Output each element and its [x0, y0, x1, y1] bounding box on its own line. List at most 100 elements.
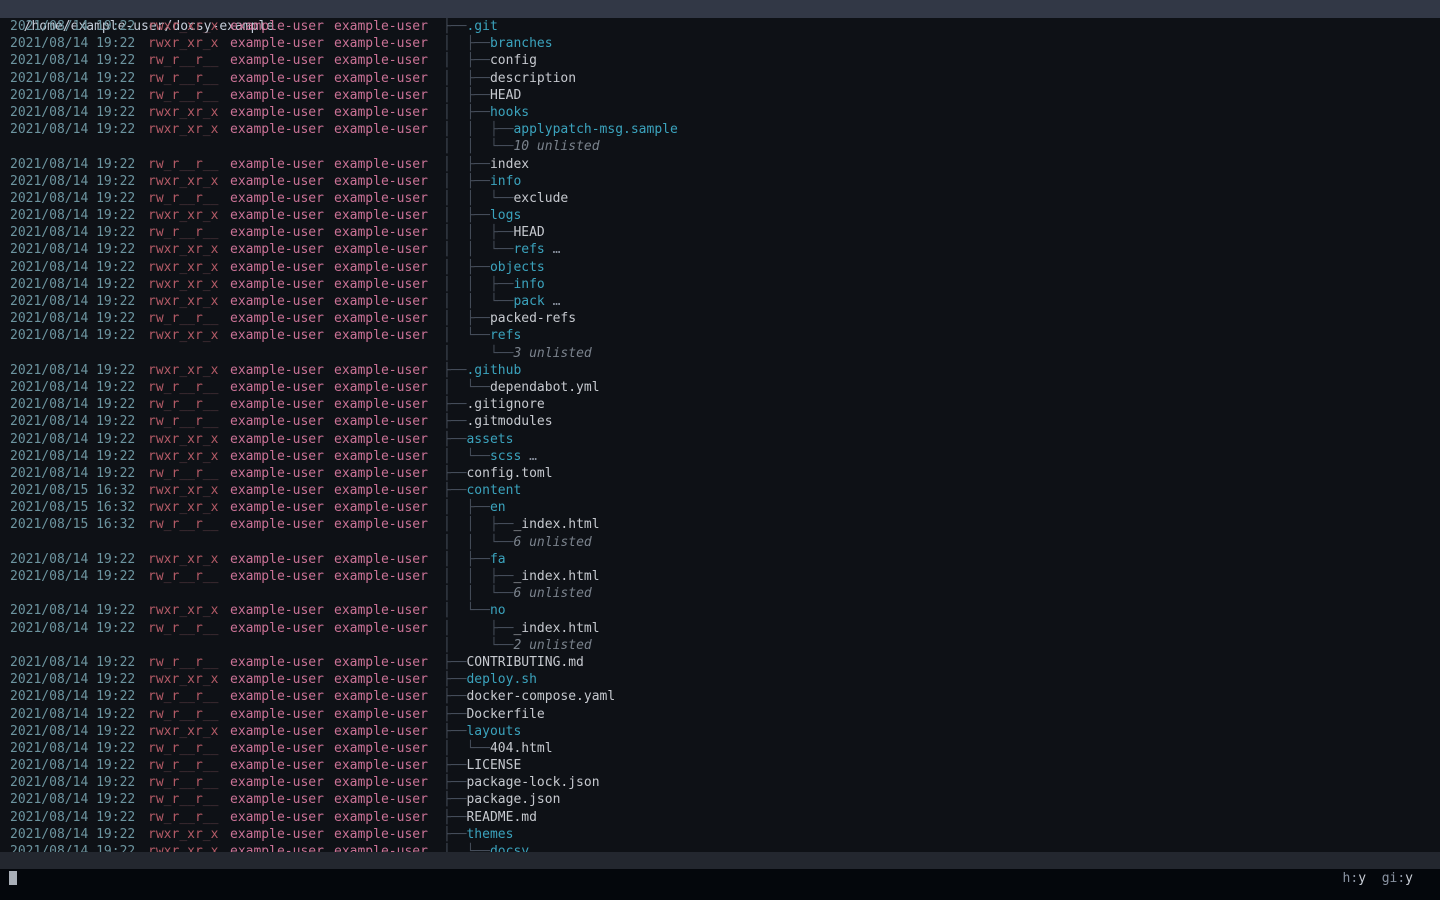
- file-row[interactable]: 2021/08/14 19:22rwxr_xr_xexample-userexa…: [0, 431, 1440, 448]
- tree-branch-icon: │ ├──: [443, 174, 490, 189]
- file-permissions: rwxr_xr_x: [148, 551, 218, 568]
- file-row[interactable]: 2021/08/14 19:22rwxr_xr_xexample-userexa…: [0, 35, 1440, 52]
- file-owner: example-user: [230, 310, 324, 327]
- file-owner: example-user: [230, 396, 324, 413]
- file-owner: example-user: [230, 379, 324, 396]
- tree-branch-icon: │ │ ├──: [443, 225, 513, 240]
- file-row[interactable]: 2021/08/14 19:22rwxr_xr_xexample-userexa…: [0, 551, 1440, 568]
- file-row[interactable]: 2021/08/14 19:22rw_r__r__example-userexa…: [0, 190, 1440, 207]
- tree-branch-icon: │ ├──: [443, 621, 513, 636]
- file-row[interactable]: 2021/08/14 19:22rw_r__r__example-userexa…: [0, 465, 1440, 482]
- tree-branch-icon: │ │ └──: [443, 535, 513, 550]
- file-owner: example-user: [230, 190, 324, 207]
- file-row[interactable]: 2021/08/14 19:22rwxr_xr_xexample-userexa…: [0, 207, 1440, 224]
- tree-entry: │ ├──branches: [443, 35, 553, 52]
- file-row[interactable]: 2021/08/14 19:22rw_r__r__example-userexa…: [0, 757, 1440, 774]
- file-row[interactable]: 2021/08/14 19:22rwxr_xr_xexample-userexa…: [0, 241, 1440, 258]
- file-date: 2021/08/14 19:22: [10, 293, 135, 310]
- tree-branch-icon: ├──: [443, 792, 466, 807]
- file-group: example-user: [334, 499, 428, 516]
- file-owner: example-user: [230, 431, 324, 448]
- file-owner: example-user: [230, 18, 324, 35]
- file-row[interactable]: 2021/08/14 19:22rw_r__r__example-userexa…: [0, 774, 1440, 791]
- tree-entry: ├──.gitmodules: [443, 413, 553, 430]
- file-row[interactable]: 2021/08/15 16:32rwxr_xr_xexample-userexa…: [0, 499, 1440, 516]
- file-row[interactable]: 2021/08/14 19:22rw_r__r__example-userexa…: [0, 87, 1440, 104]
- file-date: 2021/08/14 19:22: [10, 18, 135, 35]
- tree-branch-icon: │ ├──: [443, 500, 490, 515]
- file-owner: example-user: [230, 499, 324, 516]
- file-row[interactable]: 2021/08/14 19:22rw_r__r__example-userexa…: [0, 568, 1440, 585]
- file-name: applypatch-msg.sample: [513, 122, 677, 137]
- tree-branch-icon: │ ├──: [443, 36, 490, 51]
- file-row[interactable]: 2021/08/14 19:22rw_r__r__example-userexa…: [0, 156, 1440, 173]
- file-row[interactable]: 2021/08/14 19:22rwxr_xr_xexample-userexa…: [0, 327, 1440, 344]
- file-group: example-user: [334, 551, 428, 568]
- tree-entry: │ │ ├──applypatch-msg.sample: [443, 121, 678, 138]
- file-row[interactable]: 2021/08/14 19:22rw_r__r__example-userexa…: [0, 740, 1440, 757]
- file-name: 2 unlisted: [513, 638, 591, 653]
- file-row[interactable]: 2021/08/14 19:22rw_r__r__example-userexa…: [0, 310, 1440, 327]
- file-row[interactable]: 2021/08/14 19:22rwxr_xr_xexample-userexa…: [0, 121, 1440, 138]
- flag-h[interactable]: h:y: [1343, 871, 1366, 886]
- file-row[interactable]: 2021/08/14 19:22rw_r__r__example-userexa…: [0, 688, 1440, 705]
- tree-entry: │ ├──HEAD: [443, 87, 521, 104]
- file-name: .gitignore: [466, 397, 544, 412]
- file-row[interactable]: 2021/08/14 19:22rw_r__r__example-userexa…: [0, 379, 1440, 396]
- tree-entry: ├──Dockerfile: [443, 706, 545, 723]
- tree-branch-icon: │ ├──: [443, 157, 490, 172]
- file-row[interactable]: 2021/08/14 19:22rw_r__r__example-userexa…: [0, 809, 1440, 826]
- file-row[interactable]: 2021/08/14 19:22rwxr_xr_xexample-userexa…: [0, 173, 1440, 190]
- file-owner: example-user: [230, 87, 324, 104]
- file-name: docsy: [490, 844, 529, 852]
- file-row[interactable]: 2021/08/14 19:22rwxr_xr_xexample-userexa…: [0, 18, 1440, 35]
- flag-gi[interactable]: gi:y: [1382, 871, 1413, 886]
- file-row[interactable]: 2021/08/14 19:22rwxr_xr_xexample-userexa…: [0, 843, 1440, 852]
- tree-branch-icon: │ ├──: [443, 105, 490, 120]
- file-row[interactable]: 2021/08/14 19:22rw_r__r__example-userexa…: [0, 791, 1440, 808]
- search-input-bar[interactable]: h:y gi:y: [0, 869, 1440, 900]
- file-row[interactable]: 2021/08/14 19:22rwxr_xr_xexample-userexa…: [0, 671, 1440, 688]
- file-row[interactable]: 2021/08/14 19:22rw_r__r__example-userexa…: [0, 224, 1440, 241]
- file-permissions: rw_r__r__: [148, 156, 218, 173]
- file-row[interactable]: 2021/08/15 16:32rw_r__r__example-userexa…: [0, 516, 1440, 533]
- file-row[interactable]: 2021/08/14 19:22rw_r__r__example-userexa…: [0, 706, 1440, 723]
- file-row[interactable]: 2021/08/14 19:22rw_r__r__example-userexa…: [0, 620, 1440, 637]
- file-name: scss: [490, 449, 521, 464]
- tree-entry: │ ├──en: [443, 499, 506, 516]
- file-row[interactable]: 2021/08/14 19:22rwxr_xr_xexample-userexa…: [0, 448, 1440, 465]
- file-row[interactable]: 2021/08/14 19:22rwxr_xr_xexample-userexa…: [0, 293, 1440, 310]
- file-row[interactable]: 2021/08/14 19:22rwxr_xr_xexample-userexa…: [0, 602, 1440, 619]
- file-row[interactable]: 2021/08/14 19:22rwxr_xr_xexample-userexa…: [0, 723, 1440, 740]
- file-row[interactable]: 2021/08/14 19:22rwxr_xr_xexample-userexa…: [0, 259, 1440, 276]
- file-group: example-user: [334, 241, 428, 258]
- file-row[interactable]: 2021/08/14 19:22rw_r__r__example-userexa…: [0, 413, 1440, 430]
- file-group: example-user: [334, 516, 428, 533]
- file-owner: example-user: [230, 551, 324, 568]
- file-row[interactable]: 2021/08/15 16:32rwxr_xr_xexample-userexa…: [0, 482, 1440, 499]
- file-row[interactable]: 2021/08/14 19:22rwxr_xr_xexample-userexa…: [0, 826, 1440, 843]
- file-permissions: rw_r__r__: [148, 413, 218, 430]
- path-bar: /home/example-user/docsy-example: [0, 0, 1440, 18]
- file-name: .gitmodules: [466, 414, 552, 429]
- file-permissions: rwxr_xr_x: [148, 121, 218, 138]
- file-row[interactable]: 2021/08/14 19:22rwxr_xr_xexample-userexa…: [0, 276, 1440, 293]
- file-permissions: rwxr_xr_x: [148, 448, 218, 465]
- file-row[interactable]: 2021/08/14 19:22rw_r__r__example-userexa…: [0, 654, 1440, 671]
- file-group: example-user: [334, 190, 428, 207]
- file-row[interactable]: 2021/08/14 19:22rw_r__r__example-userexa…: [0, 52, 1440, 69]
- file-permissions: rwxr_xr_x: [148, 723, 218, 740]
- file-row[interactable]: 2021/08/14 19:22rw_r__r__example-userexa…: [0, 396, 1440, 413]
- file-date: 2021/08/14 19:22: [10, 87, 135, 104]
- tree-branch-icon: │ │ ├──: [443, 517, 513, 532]
- tree-entry: │ ├──objects: [443, 259, 545, 276]
- file-owner: example-user: [230, 362, 324, 379]
- file-row[interactable]: 2021/08/14 19:22rwxr_xr_xexample-userexa…: [0, 362, 1440, 379]
- file-row[interactable]: 2021/08/14 19:22rwxr_xr_xexample-userexa…: [0, 104, 1440, 121]
- file-permissions: rw_r__r__: [148, 809, 218, 826]
- file-permissions: rwxr_xr_x: [148, 207, 218, 224]
- file-group: example-user: [334, 791, 428, 808]
- file-row[interactable]: 2021/08/14 19:22rw_r__r__example-userexa…: [0, 70, 1440, 87]
- file-group: example-user: [334, 379, 428, 396]
- tree-entry: │ ├──config: [443, 52, 537, 69]
